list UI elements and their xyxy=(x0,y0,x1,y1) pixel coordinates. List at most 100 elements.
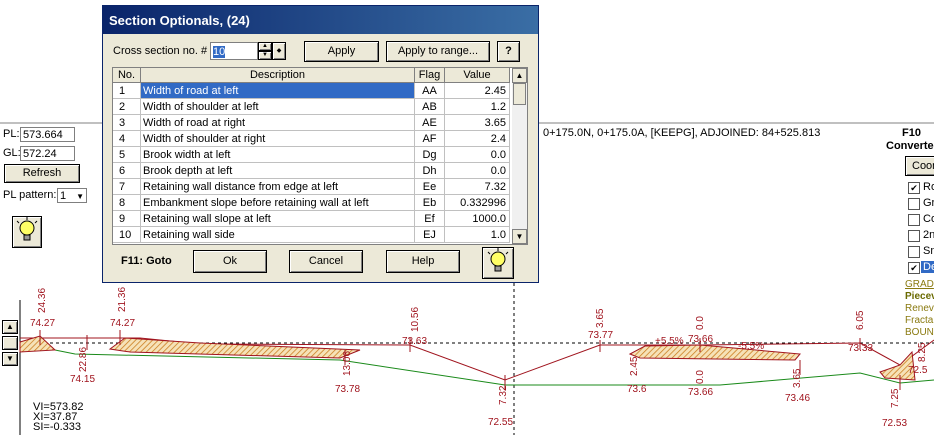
row-value-cell[interactable]: 7.32 xyxy=(445,179,510,195)
checkbox-gr[interactable] xyxy=(908,198,920,210)
dialog-titlebar[interactable]: Section Optionals, (24) xyxy=(103,6,538,34)
row-value-cell[interactable]: 3.65 xyxy=(445,115,510,131)
row-description-cell: Width of shoulder at right xyxy=(141,131,415,147)
row-value-cell[interactable]: 1.0 xyxy=(445,227,510,243)
pl-pattern-value: 1 xyxy=(60,190,67,202)
spin-up-button[interactable]: ▲ xyxy=(258,42,272,51)
label-73-66-bottom: 73.66 xyxy=(688,387,713,398)
scroll-down-button[interactable]: ▼ xyxy=(2,352,18,366)
spin-extra-button[interactable]: ◆ xyxy=(272,42,286,60)
scroll-up-button[interactable]: ▲ xyxy=(2,320,18,334)
row-no-cell: 6 xyxy=(113,163,141,179)
table-row[interactable]: 10 Retaining wall side EJ 1.0 xyxy=(113,227,510,243)
checkbox-de[interactable]: ✔ xyxy=(908,262,920,274)
scroll-mid-button[interactable] xyxy=(2,336,18,350)
checkbox-gr-label: Gr xyxy=(923,197,934,209)
label-0-0-bottom: 0.0 xyxy=(695,370,706,384)
converted-label: Converte xyxy=(886,140,934,152)
row-description-cell: Width of road at right xyxy=(141,115,415,131)
row-value-cell[interactable]: 1.2 xyxy=(445,99,510,115)
row-value-cell[interactable]: 0.0 xyxy=(445,147,510,163)
pl-pattern-select[interactable]: 1 ▼ xyxy=(57,188,87,203)
table-row[interactable]: 5 Brook width at left Dg 0.0 xyxy=(113,147,510,163)
checkbox-ro[interactable]: ✔ xyxy=(908,182,920,194)
gl-label: GL: xyxy=(3,147,21,159)
status-text: 0+175.0N, 0+175.0A, [KEEPG], ADJOINED: 8… xyxy=(543,127,821,139)
checkbox-2n[interactable] xyxy=(908,230,920,242)
label-73-6: 73.6 xyxy=(627,384,647,395)
hint-bulb-button[interactable] xyxy=(12,216,42,248)
pl-field[interactable]: 573.664 xyxy=(20,127,75,142)
apply-button[interactable]: Apply xyxy=(304,41,379,62)
row-flag-cell: Dg xyxy=(415,147,445,163)
table-row[interactable]: 7 Retaining wall distance from edge at le… xyxy=(113,179,510,195)
table-row[interactable]: 6 Brook depth at left Dh 0.0 xyxy=(113,163,510,179)
row-description-cell: Retaining wall slope at left xyxy=(141,211,415,227)
legend-fractal: Fracta xyxy=(905,315,934,326)
goto-hint: F11: Goto xyxy=(121,255,172,267)
label-73-66-top: 73.66 xyxy=(688,334,713,345)
col-header-flag[interactable]: Flag xyxy=(415,68,445,83)
checkbox-sn-label: Sn xyxy=(923,245,934,257)
gl-field[interactable]: 572.24 xyxy=(20,146,75,161)
row-flag-cell: Ef xyxy=(415,211,445,227)
col-header-description[interactable]: Description xyxy=(141,68,415,83)
table-row[interactable]: 9 Retaining wall slope at left Ef 1000.0 xyxy=(113,211,510,227)
row-description-cell: Retaining wall distance from edge at lef… xyxy=(141,179,415,195)
help-button[interactable]: Help xyxy=(386,250,460,273)
readout-si: SI=-0.333 xyxy=(33,421,82,433)
coord-button[interactable]: Coor xyxy=(905,156,934,176)
row-value-cell[interactable]: 0.332996 xyxy=(445,195,510,211)
row-value-cell[interactable]: 1000.0 xyxy=(445,211,510,227)
label-10-56: 10.56 xyxy=(410,307,421,332)
table-row[interactable]: 4 Width of shoulder at right AF 2.4 xyxy=(113,131,510,147)
checkbox-co[interactable] xyxy=(908,214,920,226)
ok-button[interactable]: Ok xyxy=(193,250,267,273)
row-description-cell: Brook depth at left xyxy=(141,163,415,179)
scroll-thumb[interactable] xyxy=(513,83,526,105)
label-7-32: 7.32 xyxy=(498,385,509,405)
row-no-cell: 7 xyxy=(113,179,141,195)
row-no-cell: 2 xyxy=(113,99,141,115)
label-6-05: 6.05 xyxy=(855,310,866,330)
row-flag-cell: AB xyxy=(415,99,445,115)
apply-to-range-button[interactable]: Apply to range... xyxy=(386,41,490,62)
checkbox-sn[interactable] xyxy=(908,246,920,258)
row-value-cell[interactable]: 2.45 xyxy=(445,83,510,99)
label-13-06: 13.06 xyxy=(342,351,353,376)
scroll-down-icon[interactable]: ▼ xyxy=(512,229,527,244)
table-scrollbar[interactable]: ▲ ▼ xyxy=(512,68,527,244)
spin-down-button[interactable]: ▼ xyxy=(258,51,272,60)
checkbox-de-label: De xyxy=(921,261,934,273)
row-value-cell[interactable]: 0.0 xyxy=(445,163,510,179)
scroll-up-icon[interactable]: ▲ xyxy=(512,68,527,83)
label-24-36: 24.36 xyxy=(37,288,48,313)
row-flag-cell: AA xyxy=(415,83,445,99)
table-row[interactable]: 8 Embankment slope before retaining wall … xyxy=(113,195,510,211)
checkbox-ro-label: Ro xyxy=(923,181,934,193)
table-row[interactable]: 2 Width of shoulder at left AB 1.2 xyxy=(113,99,510,115)
row-value-cell[interactable]: 2.4 xyxy=(445,131,510,147)
dialog-hint-bulb-button[interactable] xyxy=(482,247,514,279)
help-question-button[interactable]: ? xyxy=(497,41,520,62)
col-header-value[interactable]: Value xyxy=(445,68,510,83)
row-description-cell: Width of road at left xyxy=(141,83,415,99)
row-no-cell: 4 xyxy=(113,131,141,147)
label-73-33: 73.33 xyxy=(848,343,873,354)
legend-boundary: BOUN xyxy=(905,327,934,338)
cross-section-label: Cross section no. # xyxy=(113,45,208,57)
table-row[interactable]: 1 Width of road at left AA 2.45 xyxy=(113,83,510,99)
refresh-button[interactable]: Refresh xyxy=(4,164,80,183)
row-no-cell: 9 xyxy=(113,211,141,227)
table-row[interactable]: 3 Width of road at right AE 3.65 xyxy=(113,115,510,131)
cross-section-input[interactable]: 10 xyxy=(210,42,258,60)
row-description-cell: Embankment slope before retaining wall a… xyxy=(141,195,415,211)
row-no-cell: 1 xyxy=(113,83,141,99)
row-flag-cell: EJ xyxy=(415,227,445,243)
row-no-cell: 3 xyxy=(113,115,141,131)
pl-pattern-label: PL pattern: xyxy=(3,189,57,201)
label-73-77: 73.77 xyxy=(588,330,613,341)
cancel-button[interactable]: Cancel xyxy=(289,250,363,273)
col-header-no[interactable]: No. xyxy=(113,68,141,83)
row-flag-cell: Dh xyxy=(415,163,445,179)
